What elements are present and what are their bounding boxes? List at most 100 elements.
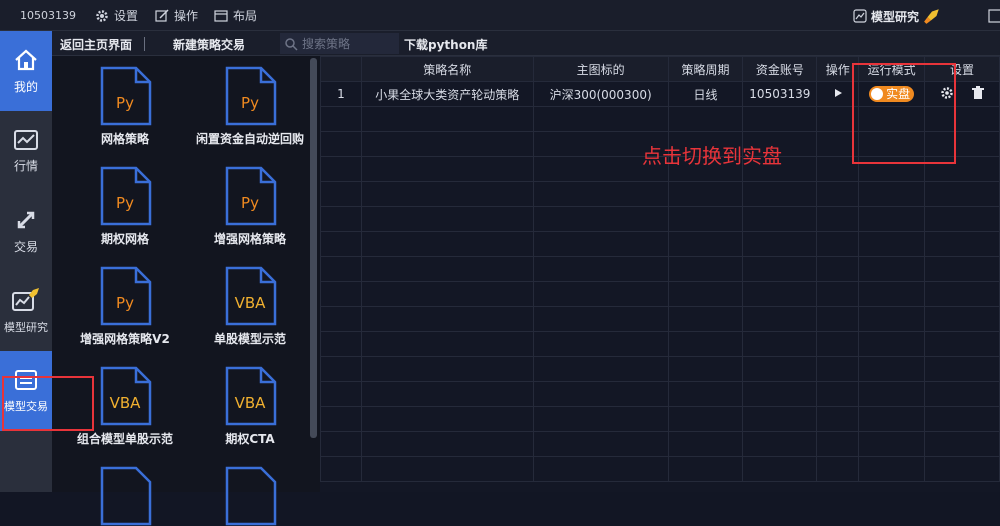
empty-cell: [816, 456, 860, 482]
panel-icon[interactable]: [988, 9, 1000, 23]
empty-table-row: [320, 231, 1000, 257]
empty-cell: [858, 256, 926, 282]
strategy-card-label: 网格策略: [100, 132, 149, 146]
strategy-card-label: 闲置资金自动逆回购: [195, 132, 304, 146]
empty-cell: [360, 281, 534, 307]
empty-cell: [742, 431, 818, 457]
file-icon: Py: [98, 66, 152, 126]
empty-cell: [742, 106, 818, 132]
strategy-card[interactable]: VBA 期权CTA: [190, 366, 310, 447]
play-icon[interactable]: [833, 88, 843, 98]
empty-cell: [532, 281, 669, 307]
empty-cell: [532, 456, 669, 482]
file-type-label: Py: [241, 194, 259, 212]
empty-cell: [816, 281, 860, 307]
empty-cell: [320, 356, 362, 382]
strategy-card[interactable]: VBA 单股模型示范: [190, 266, 310, 347]
empty-cell: [320, 181, 362, 207]
empty-cell: [360, 231, 534, 257]
strategy-card-label: 单股模型示范: [213, 332, 286, 346]
empty-cell: [532, 356, 669, 382]
strategy-card-label: 增强网格策略V2: [80, 332, 170, 346]
strategy-card[interactable]: Py 期权网格: [65, 166, 185, 247]
empty-cell: [742, 306, 818, 332]
empty-cell: [320, 331, 362, 357]
tabs-bar: 返回主页界面 新建策略交易 搜索策略 下载python库: [52, 31, 1000, 56]
strategy-card-label: 期权网格: [100, 232, 149, 246]
file-type-label: VBA: [234, 394, 266, 412]
file-type-label: Py: [241, 94, 259, 112]
empty-table-row: [320, 381, 1000, 407]
empty-cell: [667, 181, 744, 207]
empty-cell: [320, 131, 362, 157]
empty-cell: [742, 256, 818, 282]
empty-cell: [360, 331, 534, 357]
settings-menu[interactable]: 设置: [95, 7, 138, 24]
empty-cell: [742, 381, 818, 407]
empty-cell: [924, 281, 1000, 307]
empty-cell: [360, 106, 534, 132]
empty-cell: [858, 331, 926, 357]
strategy-card-partial[interactable]: [190, 466, 310, 526]
file-type-label: Py: [116, 94, 134, 112]
model-research-tab[interactable]: 模型研究: [853, 7, 941, 25]
strategy-card[interactable]: Py 增强网格策略: [190, 166, 310, 247]
empty-cell: [360, 131, 534, 157]
empty-cell: [320, 106, 362, 132]
download-python-tab[interactable]: 下载python库: [404, 36, 487, 53]
empty-cell: [924, 306, 1000, 332]
strategy-card[interactable]: Py 闲置资金自动逆回购: [190, 66, 310, 147]
empty-cell: [320, 206, 362, 232]
file-type-label: VBA: [109, 394, 141, 412]
new-strategy-tab[interactable]: 新建策略交易: [173, 36, 245, 53]
strategy-card-label: 增强网格策略: [213, 232, 286, 246]
empty-cell: [360, 256, 534, 282]
empty-cell: [924, 431, 1000, 457]
col-header-name: 策略名称: [360, 56, 534, 82]
back-home-tab[interactable]: 返回主页界面: [60, 36, 132, 53]
empty-cell: [858, 231, 926, 257]
empty-table-row: [320, 431, 1000, 457]
empty-cell: [924, 456, 1000, 482]
file-icon: VBA: [223, 366, 277, 426]
empty-cell: [742, 181, 818, 207]
empty-cell: [532, 431, 669, 457]
empty-cell: [667, 456, 744, 482]
account-number: 10503139: [20, 9, 76, 22]
tab-divider: [144, 37, 145, 51]
strategy-search[interactable]: 搜索策略: [280, 33, 399, 54]
strategy-card[interactable]: Py 增强网格策略V2: [65, 266, 185, 347]
empty-table-row: [320, 331, 1000, 357]
empty-cell: [320, 431, 362, 457]
empty-cell: [667, 331, 744, 357]
empty-cell: [532, 206, 669, 232]
empty-table-row: [320, 206, 1000, 232]
file-icon: Py: [98, 166, 152, 226]
trash-icon[interactable]: [971, 85, 984, 100]
layout-icon: [214, 9, 228, 22]
sidebar-item-market[interactable]: 行情: [0, 111, 52, 191]
layout-menu[interactable]: 布局: [214, 7, 257, 24]
empty-cell: [742, 456, 818, 482]
empty-cell: [816, 406, 860, 432]
sidebar-item-mine[interactable]: 我的: [0, 31, 52, 111]
strategy-card-partial[interactable]: [65, 466, 185, 526]
strategy-card[interactable]: Py 网格策略: [65, 66, 185, 147]
empty-cell: [360, 431, 534, 457]
empty-cell: [816, 206, 860, 232]
empty-cell: [742, 356, 818, 382]
left-scrollbar[interactable]: [310, 58, 317, 438]
sidebar-item-trade[interactable]: 交易: [0, 191, 52, 271]
empty-table-row: [320, 356, 1000, 382]
empty-cell: [667, 256, 744, 282]
empty-cell: [667, 206, 744, 232]
search-input[interactable]: 搜索策略: [302, 35, 350, 52]
row-strategy-name: 小果全球大类资产轮动策略: [360, 81, 534, 107]
sidebar-item-model-research[interactable]: 模型研究: [0, 271, 52, 351]
empty-cell: [532, 106, 669, 132]
empty-cell: [816, 381, 860, 407]
empty-table-row: [320, 406, 1000, 432]
strategy-card-label: 组合模型单股示范: [76, 432, 173, 446]
chart-icon: [14, 129, 38, 150]
operation-menu[interactable]: 操作: [155, 7, 198, 24]
